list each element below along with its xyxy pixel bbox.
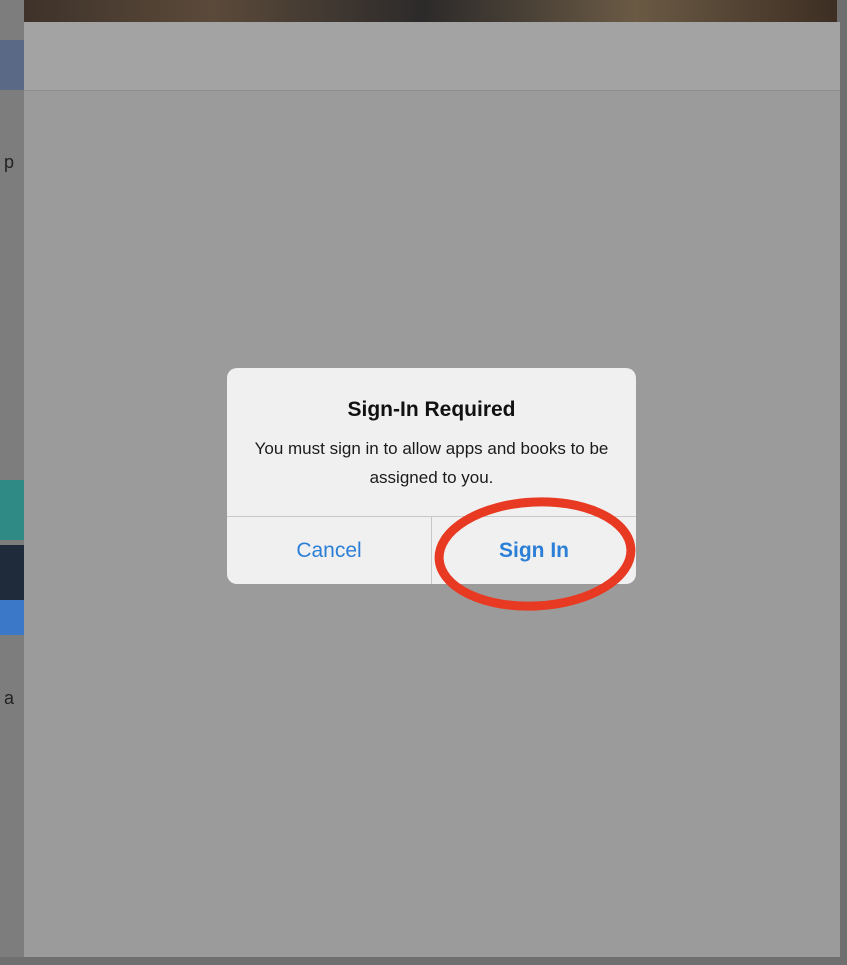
alert-title: Sign-In Required: [347, 398, 516, 421]
background-text-fragment: a: [4, 688, 15, 708]
cancel-button[interactable]: Cancel: [227, 517, 431, 584]
background-app-tile: [0, 600, 24, 635]
background-app-bottom-edge: [0, 957, 847, 965]
modal-sheet-header: [24, 22, 840, 91]
sign-in-button[interactable]: Sign In: [432, 517, 636, 584]
background-app-tile: [0, 40, 24, 90]
background-app-tile: [0, 480, 24, 540]
background-app-tile: [0, 545, 24, 600]
background-app-left-edge: p a: [0, 0, 24, 965]
background-text-fragment: p: [4, 152, 15, 172]
sign-in-required-alert: Sign-In Required You must sign in to all…: [227, 368, 636, 584]
alert-message: You must sign in to allow apps and books…: [254, 439, 609, 487]
